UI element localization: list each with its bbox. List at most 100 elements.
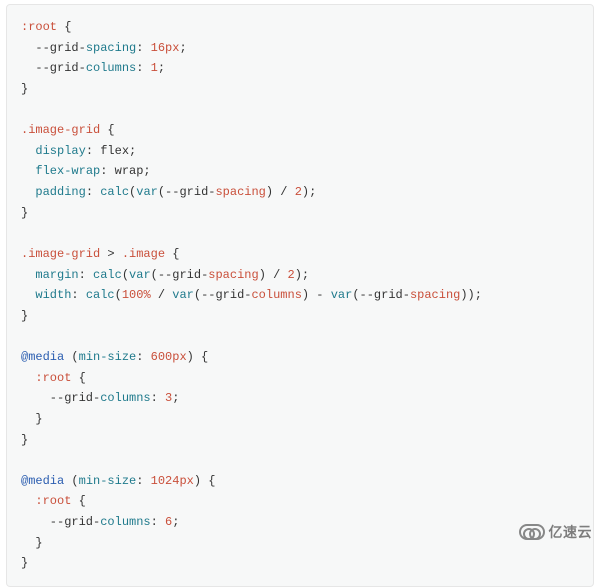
code-token: : (151, 515, 165, 529)
code-token: columns (100, 515, 150, 529)
code-token: ( (115, 288, 122, 302)
code-token: (--grid- (194, 288, 252, 302)
code-token: --grid- (21, 391, 100, 405)
code-token: calc (93, 268, 122, 282)
code-token: :root (35, 494, 71, 508)
code-line: display: flex; (21, 144, 136, 158)
code-token: ) / (266, 185, 295, 199)
code-token: columns (251, 288, 301, 302)
code-token: : flex; (86, 144, 136, 158)
code-token: display (35, 144, 85, 158)
code-token: min-size (79, 474, 137, 488)
code-token: 100% (122, 288, 151, 302)
code-token: ); (302, 185, 316, 199)
code-line: .image-grid { (21, 123, 115, 137)
code-token (21, 164, 35, 178)
code-token: 600px (151, 350, 187, 364)
code-token: ; (179, 41, 186, 55)
code-line: --grid-columns: 3; (21, 391, 179, 405)
code-token: : (136, 61, 150, 75)
code-token (21, 268, 35, 282)
code-token: :root (35, 371, 71, 385)
code-line: --grid-columns: 6; (21, 515, 179, 529)
code-token: { (71, 371, 85, 385)
code-token: ; (158, 61, 165, 75)
code-token: { (71, 494, 85, 508)
code-token: ) - (302, 288, 331, 302)
code-token: var (129, 268, 151, 282)
code-token: } (21, 433, 28, 447)
code-line: } (21, 433, 28, 447)
code-token: 2 (295, 185, 302, 199)
code-token: flex-wrap (35, 164, 100, 178)
code-token: --grid- (21, 515, 100, 529)
code-token: } (21, 206, 28, 220)
code-token: : (136, 474, 150, 488)
code-token: ); (295, 268, 309, 282)
watermark: 亿速云 (519, 522, 593, 542)
code-token: .image-grid (21, 247, 100, 261)
code-token: spacing (208, 268, 258, 282)
code-token: ( (64, 474, 78, 488)
code-token: :root (21, 20, 57, 34)
code-token: : (151, 391, 165, 405)
code-token: spacing (215, 185, 265, 199)
code-token: columns (100, 391, 150, 405)
code-token: @media (21, 350, 64, 364)
code-token: ( (122, 268, 129, 282)
code-token: var (136, 185, 158, 199)
code-line: } (21, 536, 43, 550)
code-token: : (136, 41, 150, 55)
code-token: } (21, 556, 28, 570)
code-token: { (57, 20, 71, 34)
code-token: --grid- (21, 41, 86, 55)
cloud-logo-icon (519, 524, 545, 540)
code-token: ; (172, 515, 179, 529)
code-token: ; (172, 391, 179, 405)
code-token: { (100, 123, 114, 137)
code-token: margin (35, 268, 78, 282)
code-token: ) { (187, 350, 209, 364)
code-token: : (71, 288, 85, 302)
code-token: > (100, 247, 122, 261)
code-token: } (21, 82, 28, 96)
code-token: calc (86, 288, 115, 302)
code-token: } (21, 412, 43, 426)
code-token: (--grid- (352, 288, 410, 302)
code-line: width: calc(100% / var(--grid-columns) -… (21, 288, 482, 302)
code-line: :root { (21, 20, 71, 34)
code-line: padding: calc(var(--grid-spacing) / 2); (21, 185, 316, 199)
code-token: ( (64, 350, 78, 364)
code-token: (--grid- (151, 268, 209, 282)
code-token: : (79, 268, 93, 282)
code-token: .image (122, 247, 165, 261)
code-token: columns (86, 61, 136, 75)
code-token: : (86, 185, 100, 199)
code-token: --grid- (21, 61, 86, 75)
code-token: 2 (288, 268, 295, 282)
code-line: } (21, 412, 43, 426)
code-token (21, 185, 35, 199)
code-token: ) / (259, 268, 288, 282)
code-line: margin: calc(var(--grid-spacing) / 2); (21, 268, 309, 282)
code-line: :root { (21, 371, 86, 385)
code-token (21, 494, 35, 508)
code-token (21, 371, 35, 385)
code-line: :root { (21, 494, 86, 508)
code-token: (--grid- (158, 185, 216, 199)
code-line: } (21, 309, 28, 323)
code-token: : wrap; (100, 164, 150, 178)
code-line: .image-grid > .image { (21, 247, 179, 261)
code-token: calc (100, 185, 129, 199)
code-token: spacing (86, 41, 136, 55)
code-token: ) { (194, 474, 216, 488)
code-token: { (165, 247, 179, 261)
code-token: min-size (79, 350, 137, 364)
code-token: width (35, 288, 71, 302)
code-token: var (172, 288, 194, 302)
watermark-brand: 亿速云 (549, 522, 593, 542)
code-line: } (21, 82, 28, 96)
code-line: --grid-columns: 1; (21, 61, 165, 75)
code-line: flex-wrap: wrap; (21, 164, 151, 178)
code-token: 1024px (151, 474, 194, 488)
